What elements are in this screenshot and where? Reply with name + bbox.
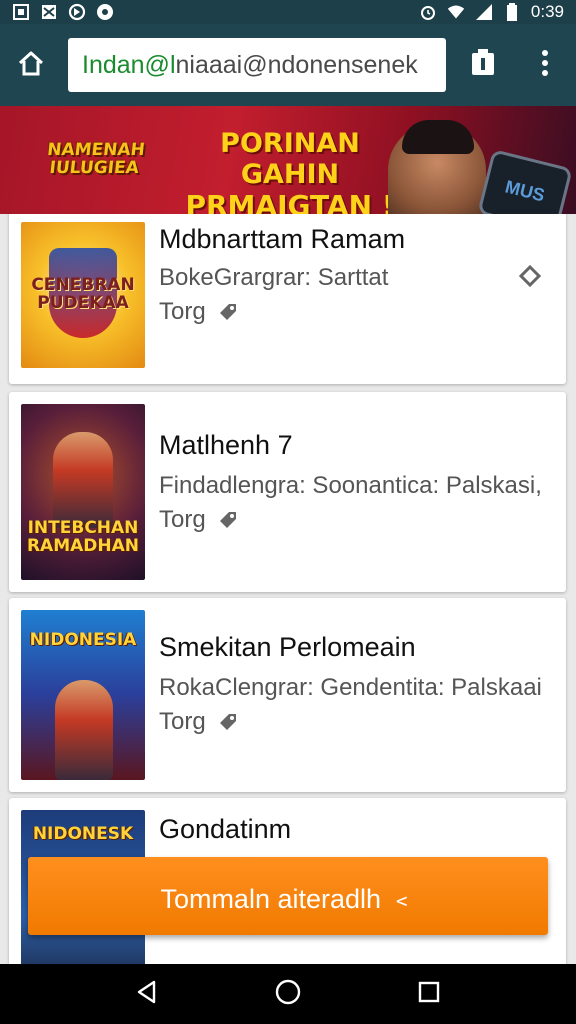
- square-recents-icon: [417, 980, 441, 1009]
- menu-icon: [541, 49, 549, 82]
- banner-headline-line-2: PRMAIGTAN !: [185, 189, 395, 214]
- item-title: Smekitan Perlomeain: [159, 632, 416, 662]
- tabs-button[interactable]: [452, 24, 514, 106]
- item-title: Mdbnarttam Ramam: [159, 224, 406, 254]
- thumbnail-text: NIDONESK: [32, 824, 134, 844]
- status-right-icons: 0:39: [419, 2, 564, 22]
- thumbnail-text: INTEBCHAN RAMADHAN: [26, 518, 140, 557]
- thumbnail-text: CENEBRAN PUDEKAA: [31, 275, 135, 313]
- list-item[interactable]: CENEBRAN PUDEKAA Mdbnarttam Ramam BokeGr…: [9, 214, 566, 384]
- item-thumbnail: INTEBCHAN RAMADHAN: [21, 404, 145, 580]
- url-bar[interactable]: Indan@l niaaai@ndonensenek: [68, 38, 446, 92]
- banner-headline: PORINAN GAHIN PRMAIGTAN !: [170, 128, 410, 214]
- item-tag: Torg: [159, 506, 238, 534]
- character-figure: [53, 432, 113, 528]
- item-thumbnail: NIDONESIA: [21, 610, 145, 780]
- url-text: niaaai@ndonensenek: [175, 50, 418, 79]
- image-icon: [12, 3, 30, 21]
- url-highlight-text: Indan@l: [82, 50, 176, 79]
- item-title: Gondatinm: [159, 814, 292, 844]
- status-left-icons: [12, 3, 114, 21]
- banner-phone-image: MUS: [477, 149, 573, 214]
- status-bar: 0:39: [0, 0, 576, 24]
- browser-toolbar: Indan@l niaaai@ndonensenek: [0, 24, 576, 106]
- character-figure: [55, 680, 113, 780]
- item-thumbnail: CENEBRAN PUDEKAA: [21, 222, 145, 368]
- circle-home-icon: [274, 978, 302, 1011]
- banner-headline-line-1: PORINAN GAHIN: [220, 128, 360, 191]
- item-meta: RokaClengrar: Gendentita: Palskaai: [159, 674, 542, 701]
- system-nav-bar: [0, 964, 576, 1024]
- item-tag: Torg: [159, 708, 238, 736]
- mail-icon: [40, 3, 58, 21]
- sync-icon: [68, 3, 86, 21]
- banner-logo: NAMENAH IULUGIEA: [46, 140, 146, 178]
- wifi-icon: [447, 3, 465, 21]
- recents-button[interactable]: [409, 974, 449, 1014]
- item-tag-label: Torg: [159, 298, 206, 325]
- home-button[interactable]: [0, 24, 62, 106]
- item-tag: Torg: [159, 298, 238, 326]
- diamond-icon[interactable]: [518, 264, 542, 288]
- item-tag-label: Torg: [159, 506, 206, 533]
- tag-icon: [218, 712, 238, 732]
- tabs-icon: [470, 48, 496, 83]
- item-title: Matlhenh 7: [159, 430, 293, 460]
- signal-icon: [475, 3, 493, 21]
- back-icon: [134, 979, 160, 1010]
- item-meta: BokeGrargrar: Sarttat: [159, 264, 389, 291]
- list-item[interactable]: NIDONESIA Smekitan Perlomeain RokaClengr…: [9, 598, 566, 792]
- primary-action-button[interactable]: Tommaln aiteradlh ﹤: [28, 857, 548, 935]
- banner-person-image: [388, 120, 486, 214]
- item-meta: Findadlengra: Soonantica: Palskasi,: [159, 472, 542, 499]
- home-icon: [16, 48, 46, 83]
- list-item[interactable]: INTEBCHAN RAMADHAN Matlhenh 7 Findadleng…: [9, 392, 566, 592]
- thumbnail-text: NIDONESIA: [29, 630, 137, 650]
- tag-icon: [218, 302, 238, 322]
- dot-icon: [96, 3, 114, 21]
- home-nav-button[interactable]: [268, 974, 308, 1014]
- back-button[interactable]: [127, 974, 167, 1014]
- game-list: CENEBRAN PUDEKAA Mdbnarttam Ramam BokeGr…: [0, 214, 576, 964]
- item-tag-label: Torg: [159, 708, 206, 735]
- battery-icon: [503, 3, 521, 21]
- menu-button[interactable]: [514, 24, 576, 106]
- alarm-icon: [419, 3, 437, 21]
- status-time: 0:39: [530, 2, 564, 21]
- tag-icon: [218, 510, 238, 530]
- banner-phone-text: MUS: [503, 175, 547, 206]
- promo-banner[interactable]: NAMENAH IULUGIEA PORINAN GAHIN PRMAIGTAN…: [0, 106, 576, 214]
